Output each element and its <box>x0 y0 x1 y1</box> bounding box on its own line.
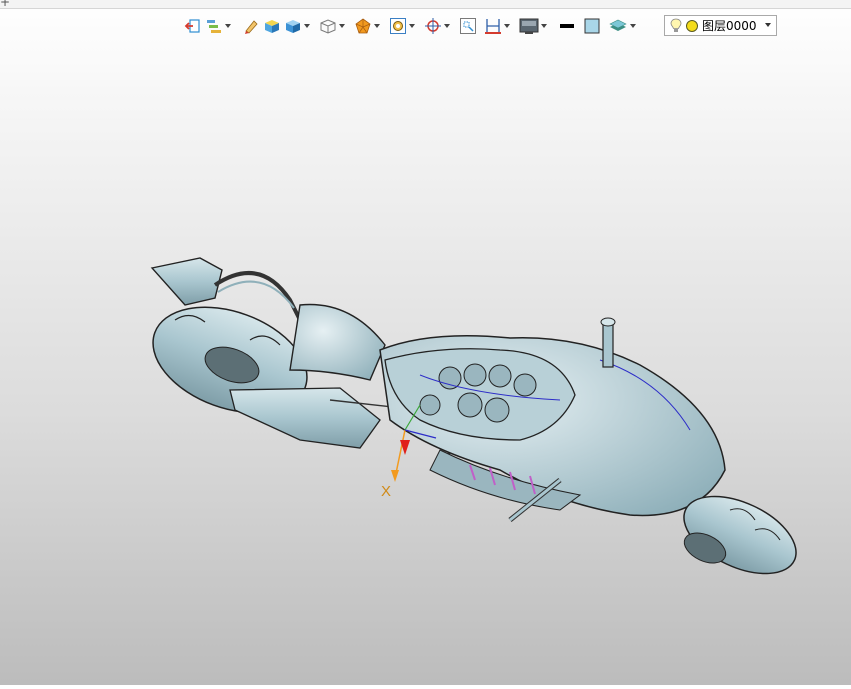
chevron-down-icon <box>630 24 636 28</box>
zoom-window-icon <box>460 18 476 34</box>
fill-color-icon <box>584 18 600 34</box>
snap-target-icon <box>425 18 441 34</box>
layer-stack-button[interactable] <box>608 15 638 37</box>
chevron-down-icon <box>444 24 450 28</box>
shaded-cube-button[interactable] <box>284 15 312 37</box>
pencil-button[interactable] <box>242 15 260 37</box>
zoom-fit-icon <box>390 18 406 34</box>
chevron-down-icon <box>339 24 345 28</box>
exit-sketch-icon <box>184 19 200 33</box>
exit-sketch-button[interactable] <box>184 15 202 37</box>
layer-select[interactable]: 图层0000 <box>664 15 777 36</box>
pencil-icon <box>245 20 258 34</box>
layer-stack-icon <box>609 19 627 31</box>
box-cube-icon <box>265 20 279 33</box>
chevron-down-icon <box>541 24 547 28</box>
wireframe-cube-button[interactable] <box>319 15 347 37</box>
measure-button[interactable] <box>484 15 512 37</box>
display-mode-button[interactable] <box>519 15 549 37</box>
chevron-down-icon <box>225 24 231 28</box>
3d-viewport[interactable]: X <box>0 40 851 685</box>
chevron-down-icon <box>504 24 510 28</box>
measure-icon <box>485 19 501 34</box>
snap-target-button[interactable] <box>424 15 452 37</box>
wireframe-cube-icon <box>320 19 336 34</box>
view-toolbar <box>184 15 641 37</box>
x-axis-label: X <box>381 483 392 500</box>
layer-manager-icon <box>207 20 221 33</box>
fill-color-button[interactable] <box>583 15 601 37</box>
layer-manager-button[interactable] <box>205 15 233 37</box>
display-mode-icon <box>519 18 539 34</box>
box-cube-button[interactable] <box>263 15 281 37</box>
motorcycle-model[interactable] <box>0 40 851 685</box>
section-view-icon <box>355 18 371 34</box>
zoom-fit-button[interactable] <box>389 15 417 37</box>
chevron-down-icon <box>374 24 380 28</box>
lightbulb-icon <box>670 18 682 32</box>
line-color-icon <box>560 24 574 28</box>
window-top-strip: + <box>0 0 851 9</box>
corner-plus-icon[interactable]: + <box>0 0 10 9</box>
chevron-down-icon <box>304 24 310 28</box>
chevron-down-icon <box>409 24 415 28</box>
current-layer-label: 图层0000 <box>702 19 757 33</box>
layer-visible-icon <box>686 19 698 32</box>
chevron-down-icon <box>765 23 771 27</box>
line-color-button[interactable] <box>558 15 576 37</box>
shaded-cube-icon <box>286 20 300 33</box>
zoom-window-button[interactable] <box>459 15 477 37</box>
section-view-button[interactable] <box>354 15 382 37</box>
